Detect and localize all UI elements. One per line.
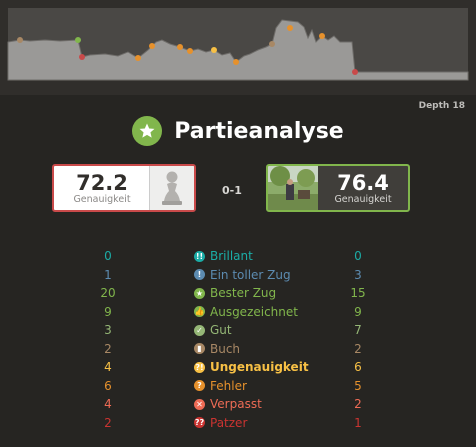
- white-count: 3: [104, 323, 112, 337]
- classification-label: Bester Zug: [210, 286, 277, 300]
- black-count: 2: [354, 341, 362, 356]
- white-accuracy: 72.2 Genauigkeit: [54, 166, 150, 210]
- classification-label-group: ✓ Gut: [194, 323, 232, 337]
- black-count: 7: [354, 323, 362, 337]
- page-title: Partieanalyse: [174, 118, 344, 144]
- black-accuracy: 76.4 Genauigkeit: [318, 166, 408, 210]
- white-count: 0: [104, 249, 112, 263]
- black-count: 9: [354, 304, 362, 319]
- classification-label: Ausgezeichnet: [210, 304, 298, 319]
- move-marker[interactable]: [75, 37, 81, 43]
- move-marker[interactable]: [233, 59, 239, 65]
- classification-label-group: ★ Bester Zug: [194, 286, 276, 300]
- move-marker[interactable]: [352, 69, 358, 75]
- best-move-icon: ★: [194, 287, 205, 299]
- classification-row: 1! Ein toller Zug 3: [0, 267, 476, 286]
- move-marker[interactable]: [135, 55, 141, 61]
- depth-label: Depth 18: [418, 101, 465, 111]
- player-photo: [268, 166, 318, 210]
- black-count: 3: [354, 267, 362, 282]
- classification-label-group: ? Fehler: [194, 379, 247, 393]
- classification-label: Brillant: [210, 249, 253, 263]
- classification-row: 0!! Brillant 0: [0, 248, 476, 267]
- white-count: 4: [104, 397, 112, 411]
- classification-label-group: 👍 Ausgezeichnet: [194, 305, 298, 319]
- move-marker[interactable]: [17, 37, 23, 43]
- classification-row: 20 ★ Bester Zug 15: [0, 285, 476, 304]
- black-count: 6: [354, 360, 362, 374]
- black-count: 15: [350, 286, 366, 300]
- classification-row: 4?! Ungenauigkeit 6: [0, 359, 476, 378]
- white-count: 1: [104, 267, 112, 282]
- classification-row: 6? Fehler 5: [0, 378, 476, 397]
- white-count: 6: [104, 378, 112, 393]
- move-marker[interactable]: [187, 48, 193, 54]
- move-marker[interactable]: [149, 43, 155, 49]
- classification-row: 2 ▮ Buch 2: [0, 341, 476, 360]
- pawn-icon: [149, 166, 194, 210]
- game-result: 0-1: [222, 184, 242, 197]
- white-count: 2: [104, 341, 112, 356]
- white-count: 2: [104, 415, 112, 430]
- excellent-icon: 👍: [194, 306, 205, 317]
- blunder-icon: ??: [194, 417, 205, 428]
- move-marker[interactable]: [319, 33, 325, 39]
- classification-label-group: !! Brillant: [194, 249, 253, 263]
- black-count: 2: [354, 397, 362, 411]
- classification-row: 3 ✓ Gut 7: [0, 322, 476, 341]
- classification-label-group: ✕ Verpasst: [194, 397, 262, 411]
- black-accuracy-label: Genauigkeit: [334, 194, 392, 205]
- classification-row: 4 ✕ Verpasst 2: [0, 396, 476, 415]
- book-icon: ▮: [194, 343, 205, 354]
- white-count: 4: [104, 360, 112, 374]
- classification-label: Verpasst: [210, 397, 262, 411]
- classification-label-group: ?? Patzer: [194, 416, 247, 430]
- black-count: 0: [354, 249, 362, 263]
- classification-label: Ungenauigkeit: [210, 360, 309, 374]
- move-marker[interactable]: [211, 47, 217, 53]
- move-marker[interactable]: [177, 44, 183, 50]
- classification-label: Buch: [210, 341, 241, 356]
- great-move-icon: !: [194, 269, 205, 280]
- move-marker[interactable]: [287, 25, 293, 31]
- move-marker[interactable]: [79, 54, 85, 60]
- good-icon: ✓: [194, 324, 205, 336]
- classification-row: 2?? Patzer 1: [0, 415, 476, 434]
- miss-icon: ✕: [194, 398, 205, 410]
- classification-label: Fehler: [210, 378, 247, 393]
- black-player-card[interactable]: 76.4 Genauigkeit: [266, 164, 410, 212]
- evaluation-graph-panel[interactable]: [0, 0, 476, 95]
- black-accuracy-value: 76.4: [337, 171, 389, 195]
- classification-label-group: ! Ein toller Zug: [194, 268, 291, 282]
- classification-label-group: ?! Ungenauigkeit: [194, 360, 309, 374]
- classification-row: 9 👍 Ausgezeichnet 9: [0, 304, 476, 323]
- star-icon: [132, 116, 163, 146]
- move-classification-table: 0!! Brillant 0 1! Ein toller Zug 3 20 ★ Bester Z…: [0, 248, 476, 433]
- classification-label-group: ▮ Buch: [194, 342, 240, 356]
- white-count: 9: [104, 304, 112, 319]
- classification-label: Gut: [210, 323, 232, 337]
- mistake-icon: ?: [194, 380, 205, 391]
- classification-label: Ein toller Zug: [210, 267, 291, 282]
- black-count: 5: [354, 378, 362, 393]
- inaccuracy-icon: ?!: [194, 361, 205, 373]
- classification-label: Patzer: [210, 415, 248, 430]
- move-marker[interactable]: [269, 41, 275, 47]
- analysis-title-row: Partieanalyse: [0, 114, 476, 148]
- white-player-card[interactable]: 72.2 Genauigkeit: [52, 164, 196, 212]
- white-accuracy-label: Genauigkeit: [73, 194, 131, 205]
- white-accuracy-value: 72.2: [76, 171, 128, 195]
- black-count: 1: [354, 415, 362, 430]
- evaluation-graph[interactable]: [0, 0, 476, 95]
- white-count: 20: [100, 286, 116, 300]
- brilliant-icon: !!: [194, 250, 205, 262]
